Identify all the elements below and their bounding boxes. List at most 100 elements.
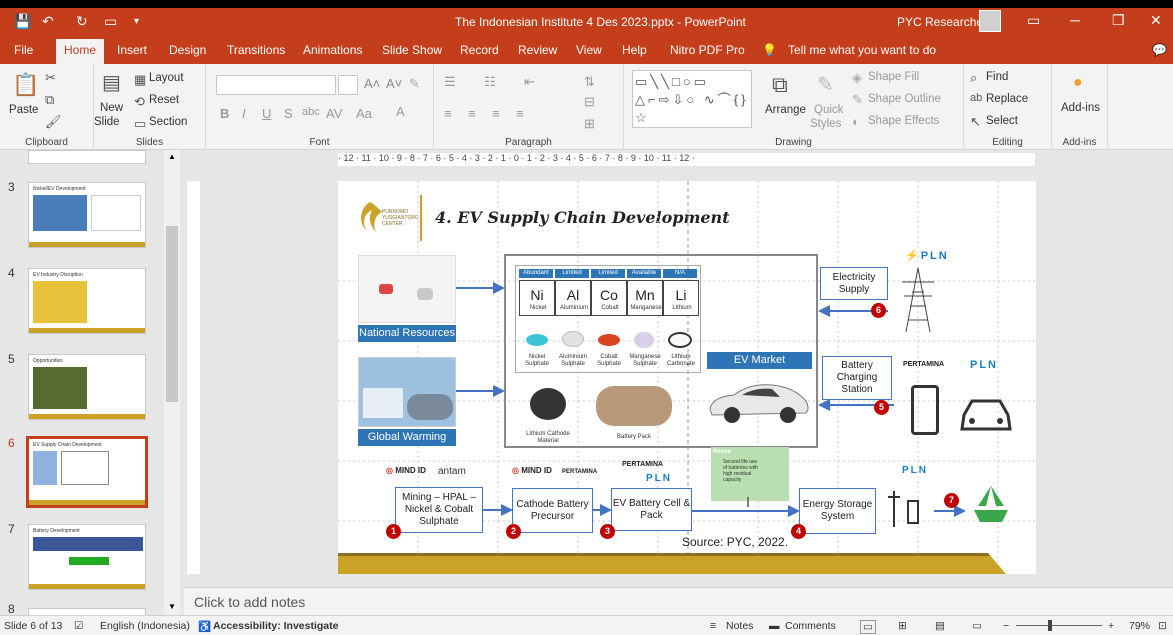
tell-me-search[interactable]: Tell me what you want to do <box>788 43 936 57</box>
normal-view-icon[interactable]: ▭ <box>860 620 876 634</box>
font-size-box[interactable] <box>338 75 358 95</box>
text-direction-icon[interactable]: ⇅ <box>584 74 595 90</box>
comments-button[interactable]: Comments <box>785 620 836 632</box>
align-center-icon[interactable]: ≡ <box>468 106 476 121</box>
comments-icon[interactable]: 💬 <box>1152 43 1167 57</box>
font-color-icon[interactable]: A <box>396 104 405 119</box>
reading-view-icon[interactable]: ▤ <box>935 620 945 632</box>
bullets-icon[interactable]: ☰ <box>444 74 456 90</box>
tab-help[interactable]: Help <box>622 43 647 57</box>
smartart-icon[interactable]: ⊞ <box>584 116 595 132</box>
cut-icon[interactable]: ✂ <box>45 70 56 86</box>
replace-button[interactable]: Replace <box>986 93 1028 105</box>
thumbnail-slide-5[interactable]: Opportunities <box>28 354 146 420</box>
new-slide-icon[interactable]: ▤ <box>102 70 121 95</box>
tab-animations[interactable]: Animations <box>303 43 362 57</box>
tab-record[interactable]: Record <box>460 43 499 57</box>
tab-slide-show[interactable]: Slide Show <box>382 43 442 57</box>
layout-button[interactable]: Layout <box>149 72 184 84</box>
find-button[interactable]: Find <box>986 71 1008 83</box>
char-spacing-icon[interactable]: AV <box>326 106 342 121</box>
thumbnail-scrollbar[interactable]: ▲ ▼ <box>164 150 180 615</box>
quick-styles-button[interactable]: Quick <box>814 104 843 116</box>
shape-effects-button[interactable]: Shape Effects <box>868 115 939 127</box>
thumbnail-slide-4[interactable]: EV Industry Disruption <box>28 268 146 334</box>
maximize-icon[interactable]: ❐ <box>1112 12 1125 29</box>
notes-pane[interactable]: Click to add notes <box>184 587 1173 615</box>
bold-icon[interactable]: B <box>220 106 229 121</box>
spellcheck-icon[interactable]: ☑ <box>74 620 83 632</box>
source-text[interactable]: Source: PYC, 2022. <box>682 535 788 549</box>
thumbnail-2-partial[interactable] <box>28 150 146 164</box>
close-icon[interactable]: ✕ <box>1150 12 1162 29</box>
tab-home[interactable]: Home <box>56 39 105 64</box>
tab-view[interactable]: View <box>576 43 602 57</box>
align-text-icon[interactable]: ⊟ <box>584 94 595 110</box>
new-slide-button-2[interactable]: Slide <box>94 116 120 128</box>
format-painter-icon[interactable]: 🖌 <box>45 114 62 130</box>
customize-qa-icon[interactable]: ▾ <box>134 16 139 27</box>
tab-nitro-pdf[interactable]: Nitro PDF Pro <box>670 43 745 57</box>
minimize-icon[interactable]: ─ <box>1070 12 1080 28</box>
scroll-thumb[interactable] <box>166 226 178 402</box>
slide-sorter-icon[interactable]: ⊞ <box>898 620 907 632</box>
paste-button[interactable]: Paste <box>9 104 38 116</box>
shrink-font-icon[interactable]: A˅ <box>386 76 402 91</box>
tab-insert[interactable]: Insert <box>117 43 147 57</box>
zoom-slider-track[interactable] <box>1016 625 1102 626</box>
underline-icon[interactable]: U <box>262 106 271 121</box>
undo-icon[interactable]: ↶ <box>42 13 54 30</box>
user-name[interactable]: PYC Researcher <box>897 15 987 29</box>
scroll-up-icon[interactable]: ▲ <box>168 152 176 161</box>
zoom-in-icon[interactable]: + <box>1108 620 1114 632</box>
align-right-icon[interactable]: ≡ <box>492 106 500 121</box>
thumbnail-slide-7[interactable]: Battery Development <box>28 524 146 590</box>
tab-file[interactable]: File <box>14 43 33 57</box>
numbering-icon[interactable]: ☷ <box>484 74 496 90</box>
indent-icon[interactable]: ⇤ <box>524 74 535 90</box>
redo-icon[interactable]: ↻ <box>76 13 88 30</box>
save-icon[interactable]: 💾 <box>14 13 31 30</box>
tab-review[interactable]: Review <box>518 43 557 57</box>
tab-design[interactable]: Design <box>169 43 206 57</box>
slideshow-view-icon[interactable]: ▭ <box>972 620 982 632</box>
justify-icon[interactable]: ≡ <box>516 106 524 121</box>
ribbon-display-icon[interactable]: ▭ <box>1027 12 1040 29</box>
present-icon[interactable]: ▭ <box>104 13 117 30</box>
addins-icon[interactable]: ● <box>1073 74 1083 92</box>
tab-transitions[interactable]: Transitions <box>227 43 285 57</box>
shadow-icon[interactable]: S <box>284 106 293 121</box>
zoom-out-icon[interactable]: − <box>1003 620 1009 632</box>
shape-outline-button[interactable]: Shape Outline <box>868 93 941 105</box>
fit-slide-icon[interactable]: ⊡ <box>1158 620 1167 632</box>
select-button[interactable]: Select <box>986 115 1018 127</box>
scroll-down-icon[interactable]: ▼ <box>168 602 176 611</box>
thumbnail-slide-3[interactable]: Nickel/EV Development <box>28 182 146 248</box>
slide-counter[interactable]: Slide 6 of 13 <box>4 620 62 632</box>
new-slide-button[interactable]: New <box>100 102 123 114</box>
arrange-button[interactable]: Arrange <box>765 104 806 116</box>
shape-fill-button[interactable]: Shape Fill <box>868 71 919 83</box>
reset-button[interactable]: Reset <box>149 94 179 106</box>
italic-icon[interactable]: I <box>242 106 246 121</box>
thumbnail-slide-6-selected[interactable]: EV Supply Chain Development <box>26 436 148 508</box>
align-left-icon[interactable]: ≡ <box>444 106 452 121</box>
strikethrough-icon[interactable]: abc <box>302 106 320 118</box>
notes-button[interactable]: Notes <box>726 620 753 632</box>
section-button[interactable]: Section <box>149 116 187 128</box>
addins-button[interactable]: Add-ins <box>1061 102 1100 114</box>
paste-icon[interactable]: 📋 <box>12 72 39 98</box>
change-case-icon[interactable]: Aa <box>356 106 372 121</box>
shapes-gallery[interactable]: ▭╲╲□○▭ △⌐⇨⇩○ ∿⌒{}☆ <box>632 70 752 128</box>
accessibility-status[interactable]: Accessibility: Investigate <box>213 620 338 632</box>
arrange-icon[interactable]: ⧉ <box>772 72 788 98</box>
grow-font-icon[interactable]: A˄ <box>364 76 380 91</box>
slide[interactable]: PURNOMO YUSGIANTORO CENTER 4. EV Supply … <box>338 181 1036 574</box>
clear-format-icon[interactable]: ✎ <box>409 76 420 92</box>
language-indicator[interactable]: English (Indonesia) <box>100 620 190 632</box>
zoom-slider-thumb[interactable] <box>1048 620 1052 631</box>
avatar[interactable] <box>979 10 1001 32</box>
quick-styles-icon[interactable]: ✎ <box>817 72 834 97</box>
font-name-box[interactable] <box>216 75 336 95</box>
zoom-level[interactable]: 79% <box>1129 620 1150 632</box>
